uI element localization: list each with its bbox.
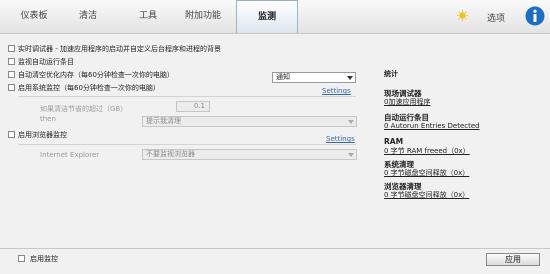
then-label: then [40, 115, 56, 123]
startup-label: 监视自动运行条目 [18, 58, 74, 66]
settings-link-system[interactable]: Settings [322, 87, 351, 95]
options-menu[interactable]: 选项 [487, 11, 505, 24]
startup-checkbox[interactable] [8, 58, 15, 65]
stat-ram-title: RAM [384, 137, 404, 146]
info-icon[interactable] [525, 6, 545, 26]
enable-monitor-checkbox[interactable] [18, 255, 25, 262]
divider [18, 96, 356, 97]
tab-addons[interactable]: 附加功能 [172, 0, 234, 33]
stat-ram-value: 0 字节 RAM freeed（0x） [384, 147, 470, 155]
threshold-input[interactable]: 0.1 [176, 101, 210, 112]
stats-title: 统计 [384, 70, 398, 78]
threshold-label: 如果清洁节省的超过（GB） [40, 105, 128, 113]
stat-system-clean-value: 0 字节磁盘空间释放（0x） [384, 169, 470, 177]
footer-divider [0, 248, 550, 249]
ram-mode-value: 通知 [276, 73, 290, 81]
then-value: 提示我清理 [146, 117, 181, 125]
ie-select[interactable]: 不要监视浏览器 [142, 149, 357, 160]
browser-monitor-label: 启用浏览器监控 [18, 131, 67, 139]
tab-monitor[interactable]: 监测 [236, 0, 298, 33]
divider [18, 144, 356, 145]
ie-label: Internet Explorer [40, 151, 100, 159]
then-select[interactable]: 提示我清理 [142, 116, 357, 127]
ie-value: 不要监视浏览器 [146, 150, 195, 158]
realtime-label: 实时调试器 - 加速应用程序的启动并自定义后台程序和进程的背景 [18, 45, 221, 53]
chevron-down-icon [347, 76, 353, 80]
realtime-checkbox[interactable] [8, 45, 15, 52]
threshold-value: 0.1 [193, 102, 205, 110]
enable-monitor-label: 启用监控 [30, 255, 58, 263]
browser-monitor-checkbox[interactable] [8, 131, 15, 138]
bulb-icon[interactable] [457, 10, 468, 21]
settings-link-browser[interactable]: Settings [326, 135, 355, 143]
auto-ram-checkbox[interactable] [8, 71, 15, 78]
auto-ram-label: 自动清空优化内存（每60分钟检查一次你的电脑） [18, 71, 174, 79]
tab-bar: 仪表板 清洁 工具 附加功能 监测 选项 [0, 0, 550, 34]
monitor-panel: 实时调试器 - 加速应用程序的启动并自定义后台程序和进程的背景 监视自动运行条目… [0, 34, 550, 274]
system-monitor-label: 启用系统监控（每60分钟检查一次你的电脑） [18, 84, 160, 92]
system-monitor-checkbox[interactable] [8, 84, 15, 91]
chevron-down-icon [348, 120, 354, 124]
chevron-down-icon [348, 153, 354, 157]
apply-button[interactable]: 应用 [486, 253, 540, 266]
ram-mode-select[interactable]: 通知 [272, 72, 356, 83]
tab-tools[interactable]: 工具 [117, 0, 179, 33]
tab-clean[interactable]: 清洁 [57, 0, 119, 33]
tab-dashboard[interactable]: 仪表板 [3, 0, 65, 33]
stat-browser-clean-value: 0 字节磁盘空间释放（0x） [384, 191, 470, 199]
stat-realtime-value: 0加速应用程序 [384, 98, 431, 106]
stat-startup-value: 0 Autorun Entries Detected [384, 122, 480, 130]
